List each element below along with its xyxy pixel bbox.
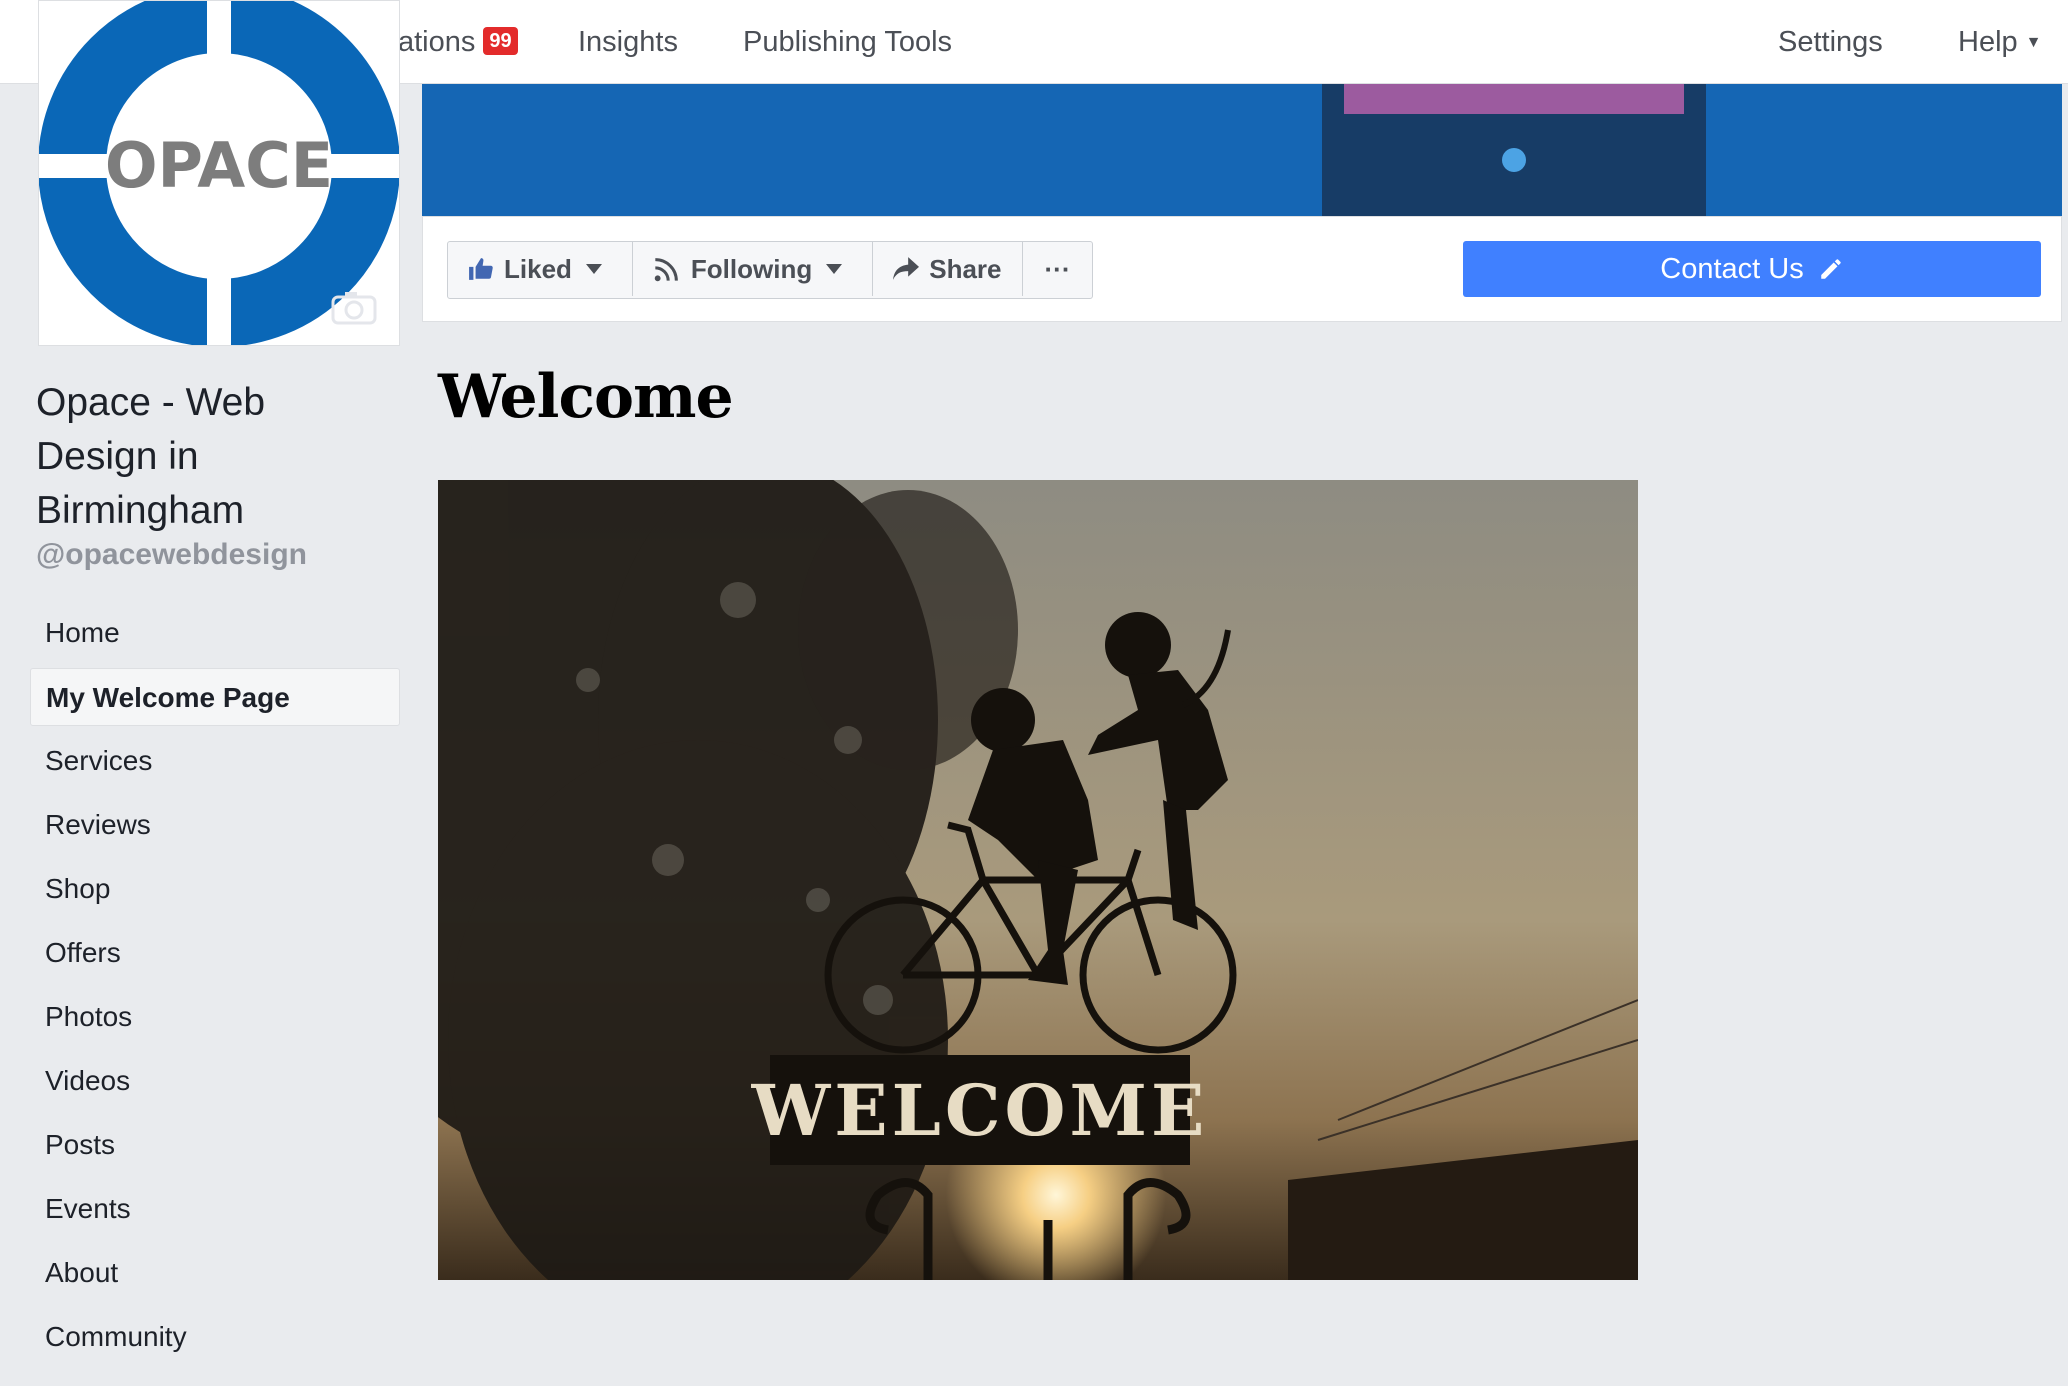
more-options-icon: ··· — [1044, 253, 1071, 284]
sidebar-item-about[interactable]: About — [30, 1244, 400, 1302]
contact-us-button[interactable]: Contact Us — [1463, 241, 2041, 297]
thumbs-up-icon — [469, 258, 493, 280]
sidebar-item-shop[interactable]: Shop — [30, 860, 400, 918]
logo-text: OPACE — [105, 129, 333, 202]
welcome-sign-silhouette: WELCOME — [438, 480, 1638, 1280]
tablet-home-button — [1502, 148, 1526, 172]
sidebar-item-events[interactable]: Events — [30, 1180, 400, 1238]
page-navigation: Home My Welcome Page Services Reviews Sh… — [30, 604, 400, 1372]
insights-tab[interactable]: Insights — [578, 22, 678, 62]
share-arrow-icon — [893, 257, 920, 280]
sidebar-item-photos[interactable]: Photos — [30, 988, 400, 1046]
caret-down-icon — [585, 264, 602, 274]
caret-down-icon — [826, 264, 843, 274]
rss-feed-icon — [654, 258, 678, 282]
camera-icon[interactable] — [331, 289, 377, 325]
welcome-heading: Welcome — [438, 362, 734, 432]
profile-picture[interactable]: OPACE — [38, 0, 400, 346]
sidebar-item-my-welcome-page[interactable]: My Welcome Page — [30, 668, 400, 726]
welcome-photo: WELCOME — [438, 480, 1638, 1280]
liked-button[interactable]: Liked — [448, 242, 633, 296]
tablet-illustration — [1322, 84, 1706, 216]
following-button[interactable]: Following — [633, 242, 874, 296]
sidebar-item-community[interactable]: Community — [30, 1308, 400, 1366]
share-button[interactable]: Share — [873, 242, 1023, 296]
following-label: Following — [690, 253, 813, 284]
page-username[interactable]: @opacewebdesign — [36, 538, 307, 572]
sidebar-item-posts[interactable]: Posts — [30, 1116, 400, 1174]
page-action-bar: Liked Following Share ··· Contact Us — [422, 216, 2062, 322]
notifications-badge: 99 — [483, 27, 518, 55]
page-action-buttons: Liked Following Share ··· — [447, 241, 1094, 299]
share-label: Share — [929, 253, 1002, 284]
help-label: Help — [1958, 26, 2018, 58]
sidebar-item-home[interactable]: Home — [30, 604, 400, 662]
sidebar-item-services[interactable]: Services — [30, 732, 400, 790]
welcome-sign-text: WELCOME — [751, 1069, 1209, 1152]
tablet-screen — [1344, 84, 1684, 114]
contact-us-label: Contact Us — [1660, 252, 1804, 285]
more-options-button[interactable]: ··· — [1023, 242, 1093, 296]
notifications-tab[interactable]: ations 99 — [398, 22, 518, 62]
caret-down-icon: ▼ — [2025, 34, 2042, 51]
page-name[interactable]: Opace - Web Design in Birmingham — [36, 376, 366, 538]
sidebar-item-videos[interactable]: Videos — [30, 1052, 400, 1110]
sidebar-item-offers[interactable]: Offers — [30, 924, 400, 982]
liked-label: Liked — [504, 253, 572, 284]
publishing-tools-tab[interactable]: Publishing Tools — [743, 22, 952, 62]
sidebar-item-reviews[interactable]: Reviews — [30, 796, 400, 854]
pencil-icon — [1820, 259, 1841, 279]
help-menu[interactable]: Help ▼ — [1958, 22, 2042, 63]
cover-photo[interactable] — [422, 84, 2062, 216]
settings-tab[interactable]: Settings — [1778, 22, 1883, 62]
notifications-label: ations — [398, 26, 476, 58]
